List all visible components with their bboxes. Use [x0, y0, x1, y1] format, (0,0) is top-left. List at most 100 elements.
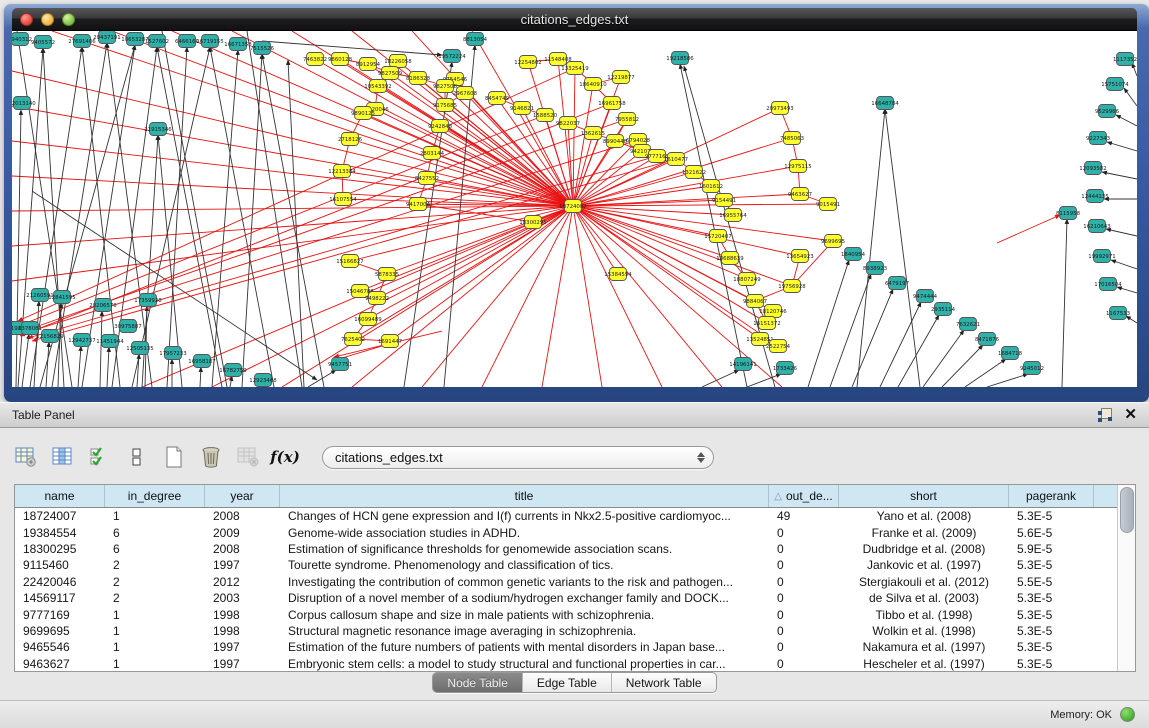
cited-node[interactable]: 9860128 [328, 53, 353, 66]
cited-node[interactable]: 8454749 [485, 92, 510, 105]
citation-edge-black[interactable] [885, 109, 920, 387]
citation-edge-black[interactable] [1107, 142, 1137, 151]
citing-node[interactable]: 6479197 [885, 277, 909, 290]
citing-node[interactable]: 17359928 [134, 294, 162, 307]
citing-node[interactable]: 2935114 [931, 303, 956, 316]
citation-edge-red[interactable] [368, 64, 573, 206]
citation-edge-red[interactable] [573, 206, 602, 387]
cited-node[interactable]: 18807249 [733, 273, 761, 286]
cited-node[interactable]: 9175685 [433, 99, 457, 112]
cited-node[interactable]: 12219877 [607, 71, 634, 84]
citation-edge-black[interactable] [1126, 316, 1137, 323]
citation-edge-red[interactable] [573, 206, 800, 256]
citation-edge-black[interactable] [857, 109, 885, 387]
show-columns-icon[interactable] [88, 445, 112, 469]
table-row[interactable]: 911546021997Tourette syndrome. Phenomeno… [15, 557, 1117, 573]
cited-node[interactable]: 18640910 [579, 78, 607, 91]
table-scrollbar[interactable] [1117, 485, 1135, 671]
citation-edge-black[interactable] [262, 54, 324, 387]
citation-edge-black[interactable] [747, 374, 781, 387]
citation-edge-black[interactable] [34, 301, 39, 387]
table-row[interactable]: 1830029562008Estimation of significance … [15, 541, 1117, 557]
table-row[interactable]: 1456911722003Disruption of a novel membe… [15, 590, 1117, 606]
cited-node[interactable]: 16961758 [598, 97, 626, 110]
cited-node[interactable]: 16151372 [753, 317, 780, 330]
cited-node[interactable]: 8186328 [406, 72, 431, 85]
citing-node[interactable]: 15751074 [1101, 78, 1129, 91]
cited-node[interactable]: 8912954 [356, 58, 381, 71]
cited-node[interactable]: 2522754 [766, 340, 791, 353]
column-header-name[interactable]: name [15, 485, 105, 507]
table-row[interactable]: 977716911998Corpus callosum shape and si… [15, 606, 1117, 622]
function-builder-icon[interactable]: f(x) [273, 445, 297, 469]
cited-node[interactable]: 1362615 [581, 127, 605, 140]
cited-node[interactable]: 5878335 [375, 268, 399, 281]
citation-edge-red[interactable] [12, 206, 573, 211]
citing-node[interactable]: 14196141 [729, 358, 756, 371]
column-select-icon[interactable] [51, 445, 75, 469]
citing-node[interactable]: 9245012 [1020, 362, 1044, 375]
citing-node[interactable]: 12444135 [1081, 190, 1108, 203]
cited-node[interactable]: 8990448 [603, 135, 628, 148]
citing-node[interactable]: 16648784 [871, 97, 899, 110]
cited-node[interactable]: 7955812 [615, 113, 639, 126]
citation-edge-black[interactable] [1124, 88, 1137, 106]
citing-node[interactable]: 1733426 [773, 362, 798, 375]
citation-edge-black[interactable] [157, 47, 222, 387]
citation-edge-red[interactable] [573, 206, 618, 274]
cited-node[interactable]: 19756928 [778, 280, 806, 293]
memory-status-icon[interactable] [1120, 707, 1135, 722]
citation-edge-black[interactable] [987, 374, 1028, 387]
table-row[interactable]: 946554611997Estimation of the future num… [15, 639, 1117, 655]
cited-node[interactable]: 1691447 [378, 335, 402, 348]
citing-node[interactable]: 8115958 [1056, 207, 1081, 220]
citing-node[interactable]: 1167533 [1106, 307, 1130, 320]
cited-node[interactable]: 9822037 [556, 117, 580, 130]
citing-node[interactable]: 1527602 [145, 35, 169, 48]
cited-node[interactable]: 12975115 [784, 160, 811, 173]
citation-edge-red[interactable] [212, 206, 573, 387]
citing-node[interactable]: 12505135 [126, 342, 153, 355]
network-window-titlebar[interactable]: citations_edges.txt [12, 8, 1137, 31]
citing-node[interactable]: 9529966 [1095, 105, 1120, 118]
citation-edge-black[interactable] [262, 41, 442, 55]
cited-node[interactable]: 18226058 [384, 55, 412, 68]
citation-edge-black[interactable] [308, 370, 336, 387]
cited-node[interactable]: 7463822 [303, 53, 327, 66]
tab-network-table[interactable]: Network Table [612, 673, 716, 692]
citing-node[interactable]: 12942737 [68, 334, 95, 347]
citing-node[interactable]: 17016504 [1094, 278, 1122, 291]
network-canvas[interactable]: 9860128891295418226058982750981863289754… [12, 31, 1137, 387]
cited-node[interactable]: 9890125 [351, 107, 375, 120]
cited-node[interactable]: 9146821 [510, 102, 534, 115]
cited-node[interactable]: 9242848 [428, 120, 453, 133]
column-header-out_de[interactable]: △out_de... [769, 485, 839, 507]
delete-column-icon[interactable] [236, 445, 260, 469]
cited-node[interactable]: 9154491 [712, 194, 736, 207]
citation-edge-black[interactable] [200, 367, 201, 387]
cited-node[interactable]: 9884067 [743, 295, 767, 308]
citing-node[interactable]: 1684718 [998, 347, 1023, 360]
citing-node[interactable]: 11451944 [96, 335, 124, 348]
citing-node[interactable]: 8813054 [463, 33, 488, 46]
citation-edge-black[interactable] [923, 330, 964, 387]
column-header-year[interactable]: year [205, 485, 280, 507]
cited-node[interactable]: 9015491 [816, 198, 840, 211]
citing-node[interactable]: 17957233 [159, 347, 186, 360]
citing-node[interactable]: 27691406 [68, 35, 96, 48]
citing-node[interactable]: 20206576 [89, 299, 117, 312]
citation-edge-black[interactable] [1111, 260, 1137, 269]
citation-edge-black[interactable] [1102, 172, 1137, 179]
citing-node[interactable]: 8378081 [18, 322, 42, 335]
new-document-icon[interactable] [162, 445, 186, 469]
cited-node[interactable]: 8427552 [415, 172, 439, 185]
cited-node[interactable]: 15166827 [336, 255, 363, 268]
table-row[interactable]: 969969511998Structural magnetic resonanc… [15, 623, 1117, 639]
citing-node[interactable]: 19218586 [666, 52, 694, 65]
citation-edge-red[interactable] [32, 159, 676, 341]
column-header-title[interactable]: title [280, 485, 769, 507]
zoom-window-button[interactable] [62, 13, 75, 26]
citation-edge-black[interactable] [680, 64, 747, 387]
citation-edge-red[interactable] [282, 206, 573, 387]
table-row[interactable]: 1872400712008Changes of HCN gene express… [15, 508, 1117, 524]
